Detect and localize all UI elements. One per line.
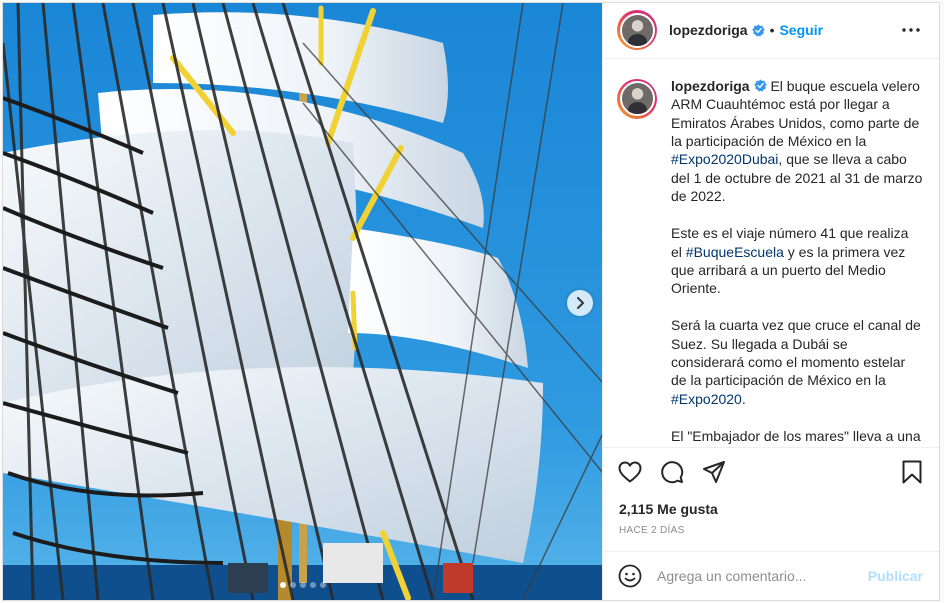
follow-button[interactable]: Seguir	[779, 22, 823, 38]
hashtag-link[interactable]: #BuqueEscuela	[686, 244, 784, 260]
carousel-dot	[299, 582, 306, 588]
share-icon	[703, 461, 725, 484]
comment-input[interactable]	[657, 567, 868, 584]
emoji-icon	[618, 564, 642, 588]
comment-icon	[661, 461, 684, 484]
author-username[interactable]: lopezdoriga	[669, 22, 748, 38]
likes-count[interactable]: 2,115 Me gusta	[603, 497, 939, 517]
carousel-indicator	[3, 582, 602, 588]
caption-author-username[interactable]: lopezdoriga	[671, 78, 750, 94]
caption-area[interactable]: lopezdoriga El buque escuela velero ARM …	[603, 59, 939, 447]
post-header: lopezdoriga • Seguir	[603, 3, 939, 59]
like-button[interactable]	[617, 459, 643, 485]
publish-button[interactable]: Publicar	[868, 568, 923, 584]
verified-badge-icon	[751, 24, 765, 37]
save-button[interactable]	[899, 459, 925, 485]
post-side-panel: lopezdoriga • Seguir lopezdoriga El buqu…	[602, 3, 939, 600]
author-avatar[interactable]	[617, 10, 657, 51]
bookmark-icon	[902, 460, 922, 484]
sailing-ship-photo	[3, 3, 602, 600]
carousel-dot	[319, 582, 326, 588]
carousel-dot	[279, 582, 286, 588]
caption-body: y es la primera vez que arribará a un pu…	[671, 243, 921, 389]
comment-button[interactable]	[659, 459, 685, 485]
hashtag-link[interactable]: #Expo2020Dubai	[671, 151, 778, 167]
hashtag-link[interactable]: #Expo2020	[671, 391, 742, 407]
action-bar	[603, 447, 939, 496]
header-separator: •	[769, 22, 775, 39]
instagram-post: lopezdoriga • Seguir lopezdoriga El buqu…	[2, 2, 940, 601]
avatar-image	[619, 81, 655, 117]
caption-author-avatar[interactable]	[617, 78, 657, 119]
caption-text: lopezdoriga El buque escuela velero ARM …	[671, 77, 923, 447]
emoji-button[interactable]	[617, 563, 643, 589]
post-timestamp[interactable]: HACE 2 DÍAS	[603, 517, 939, 551]
carousel-dot	[309, 582, 316, 588]
carousel-dot	[289, 582, 296, 588]
avatar-image	[619, 12, 655, 48]
more-options-icon	[902, 28, 920, 33]
chevron-right-icon	[577, 297, 584, 309]
add-comment-bar: Publicar	[603, 550, 939, 600]
share-button[interactable]	[701, 459, 727, 485]
heart-icon	[618, 461, 642, 483]
post-photo[interactable]	[3, 3, 602, 600]
verified-badge-icon	[753, 79, 767, 92]
more-options-button[interactable]	[899, 18, 923, 42]
caption: lopezdoriga El buque escuela velero ARM …	[617, 77, 923, 447]
next-slide-button[interactable]	[567, 290, 593, 316]
